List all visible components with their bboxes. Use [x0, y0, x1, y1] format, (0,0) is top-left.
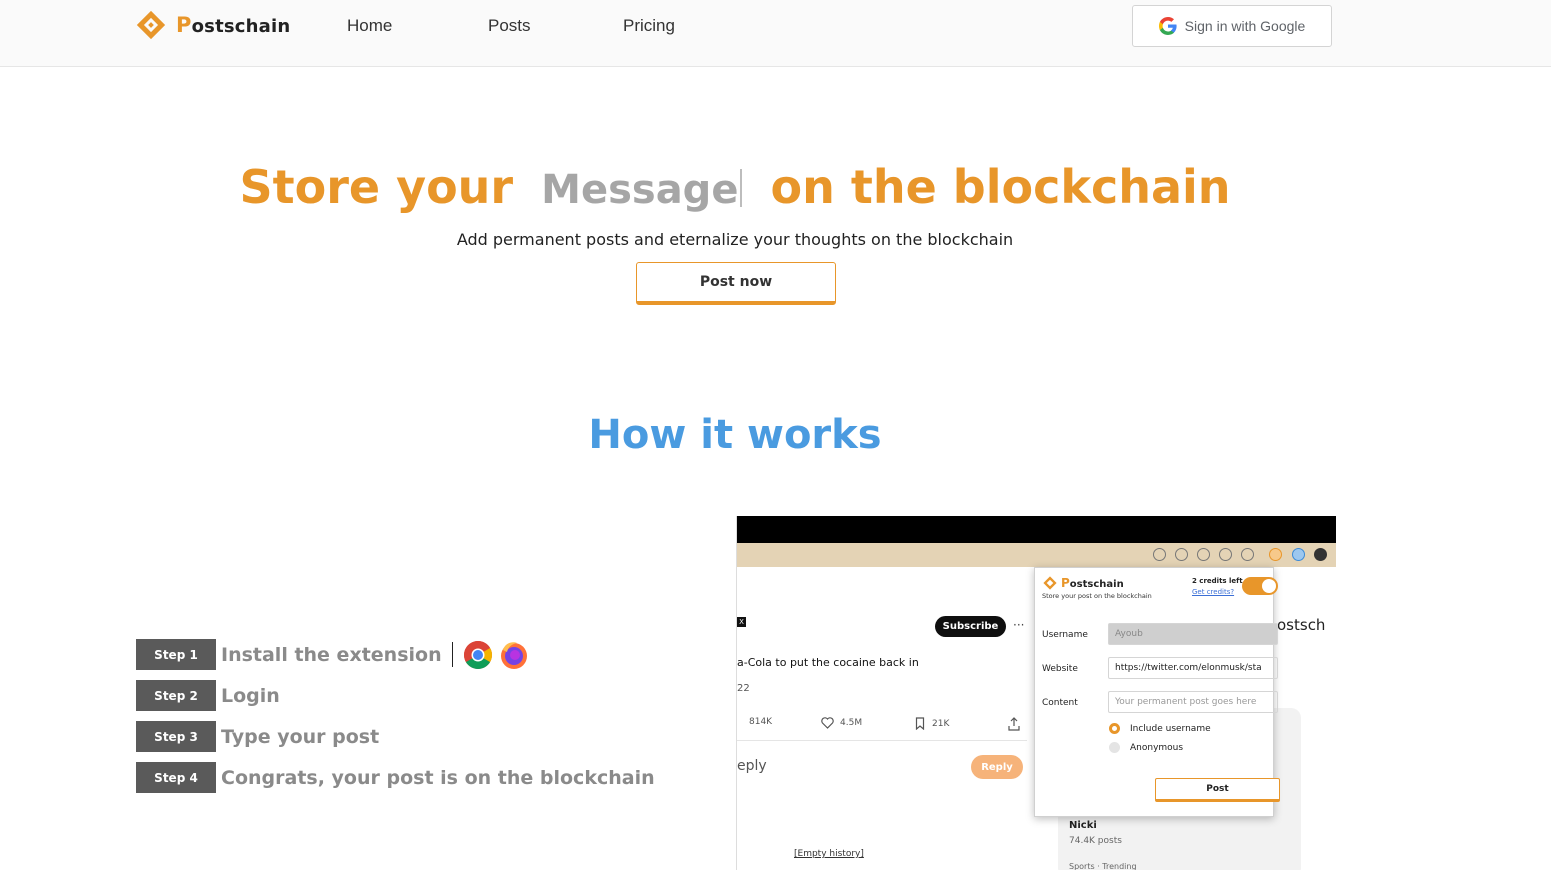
- trend-category: Sports · Trending: [1069, 862, 1137, 870]
- lens-toolbar-icon: [1175, 548, 1188, 561]
- radio-on-icon: [1109, 723, 1120, 734]
- hero-title: Store your Message on the blockchain: [0, 160, 1470, 214]
- step-divider: [451, 642, 453, 667]
- reply-placeholder: eply: [737, 758, 767, 774]
- trend-posts: 74.4K posts: [1069, 836, 1122, 846]
- popup-post-button: Post: [1155, 778, 1280, 802]
- typing-caret: [740, 169, 743, 207]
- hero-typed-word: Message: [541, 167, 743, 213]
- google-toolbar-icon: [1153, 548, 1166, 561]
- step-4-row: Step 4 Congrats, your post is on the blo…: [136, 762, 655, 793]
- tweet-divider: [737, 740, 1027, 741]
- cut-off-title: ostsch: [1277, 616, 1326, 634]
- step-1-badge: Step 1: [136, 639, 216, 670]
- brand-name: Postschain: [176, 13, 291, 37]
- hero-title-end: on the blockchain: [770, 160, 1231, 214]
- how-it-works-title: How it works: [588, 412, 882, 458]
- popup-toggle: [1242, 577, 1278, 595]
- firefox-icon[interactable]: [499, 640, 529, 670]
- zoom-toolbar-icon: [1197, 548, 1210, 561]
- step-3-text: Type your post: [221, 725, 380, 748]
- diamond-logo-icon: [1043, 576, 1057, 590]
- chrome-icon[interactable]: [463, 640, 493, 670]
- step-3-row: Step 3 Type your post: [136, 721, 379, 752]
- extension-toolbar-icon: [1292, 548, 1305, 561]
- popup-logo: Postschain: [1043, 576, 1124, 590]
- nav-pricing[interactable]: Pricing: [623, 16, 675, 36]
- get-credits-link: Get credits?: [1192, 588, 1235, 596]
- step-1-row: Step 1 Install the extension: [136, 639, 535, 670]
- website-field: https://twitter.com/elonmusk/sta: [1108, 657, 1278, 679]
- extension-popup: Postschain Store your post on the blockc…: [1034, 567, 1280, 817]
- username-field: Ayoub: [1108, 623, 1278, 645]
- trend-name: Nicki: [1069, 820, 1097, 831]
- replies-metric: 814K: [749, 717, 773, 727]
- post-now-button[interactable]: Post now: [636, 262, 836, 305]
- tweet-text: a-Cola to put the cocaine back in: [737, 656, 919, 669]
- step-3-badge: Step 3: [136, 721, 216, 752]
- step-1-text: Install the extension: [221, 643, 442, 666]
- popup-brand-name: Postschain: [1061, 576, 1124, 590]
- credits-left: 2 credits left: [1192, 577, 1243, 585]
- toggle-knob: [1262, 579, 1276, 593]
- share-toolbar-icon: [1219, 548, 1232, 561]
- x-logo-icon: X: [737, 617, 746, 627]
- subscribe-button: Subscribe: [935, 616, 1006, 637]
- empty-history-link: [Empty history]: [794, 849, 864, 859]
- radio-off-icon: [1109, 742, 1120, 753]
- top-navbar: Postschain Home Posts Pricing Sign in wi…: [0, 0, 1551, 67]
- reply-button: Reply: [971, 755, 1023, 779]
- step-2-badge: Step 2: [136, 680, 216, 711]
- google-g-icon: [1158, 17, 1177, 35]
- username-label: Username: [1042, 630, 1088, 640]
- step-4-text: Congrats, your post is on the blockchain: [221, 766, 655, 789]
- share-icon: [1008, 717, 1020, 731]
- nav-posts[interactable]: Posts: [488, 16, 531, 36]
- anonymous-radio: Anonymous: [1109, 742, 1183, 753]
- demo-screenshot: X Subscribe ··· a-Cola to put the cocain…: [736, 516, 1336, 870]
- nav-home[interactable]: Home: [347, 16, 392, 36]
- popup-tagline: Store your post on the blockchain: [1042, 592, 1152, 600]
- content-label: Content: [1042, 698, 1078, 708]
- tweet-date: 22: [737, 683, 750, 694]
- signin-label: Sign in with Google: [1184, 18, 1306, 34]
- include-username-radio: Include username: [1109, 723, 1211, 734]
- heart-icon: [821, 717, 834, 729]
- diamond-logo-icon: [136, 10, 166, 40]
- hero-subtitle: Add permanent posts and eternalize your …: [456, 230, 1014, 249]
- likes-metric: 4.5M: [821, 717, 862, 729]
- step-2-text: Login: [221, 684, 280, 707]
- step-2-row: Step 2 Login: [136, 680, 280, 711]
- star-toolbar-icon: [1241, 548, 1254, 561]
- website-label: Website: [1042, 664, 1078, 674]
- content-field: Your permanent post goes here: [1108, 691, 1278, 713]
- brand-logo[interactable]: Postschain: [136, 10, 290, 40]
- bookmark-icon: [915, 717, 925, 730]
- bookmarks-metric: 21K: [915, 717, 949, 730]
- video-top-bar: [737, 516, 1336, 543]
- postschain-toolbar-icon: [1269, 548, 1282, 561]
- google-signin-button[interactable]: Sign in with Google: [1132, 5, 1332, 47]
- puzzle-toolbar-icon: [1314, 548, 1327, 561]
- step-4-badge: Step 4: [136, 762, 216, 793]
- hero-title-start: Store your: [239, 160, 514, 214]
- more-icon: ···: [1013, 618, 1025, 632]
